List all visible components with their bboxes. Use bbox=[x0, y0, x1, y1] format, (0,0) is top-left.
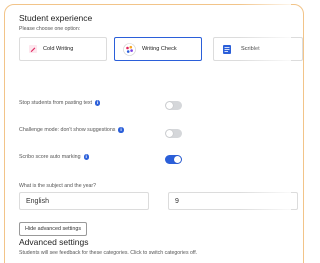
year-input[interactable]: 9 bbox=[168, 192, 298, 210]
toggle-stop-pasting[interactable] bbox=[165, 101, 182, 110]
setting-label: Stop students from pasting text bbox=[19, 100, 93, 106]
info-icon[interactable]: i bbox=[95, 100, 101, 106]
option-label: Scriblet bbox=[241, 46, 260, 52]
toggle-knob bbox=[166, 102, 173, 109]
palette-icon bbox=[123, 42, 136, 56]
pencil-icon bbox=[28, 45, 37, 54]
option-cold-writing[interactable]: Cold Writing bbox=[19, 37, 107, 61]
subject-input[interactable]: English bbox=[19, 192, 149, 210]
option-label: Writing Check bbox=[142, 46, 177, 52]
section-title: Student experience bbox=[19, 13, 93, 23]
document-icon bbox=[222, 44, 231, 54]
toggle-auto-marking[interactable] bbox=[165, 155, 182, 164]
toggle-knob bbox=[174, 156, 181, 163]
hide-advanced-settings-button[interactable]: Hide advanced settings bbox=[19, 222, 88, 236]
option-label: Cold Writing bbox=[43, 46, 74, 52]
advanced-settings-description: Students will see feedback for these cat… bbox=[19, 250, 198, 256]
setting-auto-marking: Scribo score auto marking i bbox=[19, 154, 89, 160]
setting-challenge-mode: Challenge mode: don't show suggestions i bbox=[19, 127, 124, 133]
advanced-settings-title: Advanced settings bbox=[19, 237, 89, 247]
info-icon[interactable]: i bbox=[118, 127, 124, 133]
option-writing-check[interactable]: Writing Check bbox=[114, 37, 202, 61]
option-scriblet[interactable]: Scriblet bbox=[213, 37, 303, 61]
subject-question: What is the subject and the year? bbox=[19, 183, 96, 189]
info-icon[interactable]: i bbox=[83, 154, 89, 160]
choose-option-prompt: Please choose one option: bbox=[19, 26, 81, 32]
toggle-knob bbox=[166, 130, 173, 137]
setting-stop-pasting: Stop students from pasting text i bbox=[19, 100, 101, 106]
setting-label: Scribo score auto marking bbox=[19, 154, 81, 160]
setting-label: Challenge mode: don't show suggestions bbox=[19, 127, 116, 133]
toggle-challenge-mode[interactable] bbox=[165, 129, 182, 138]
